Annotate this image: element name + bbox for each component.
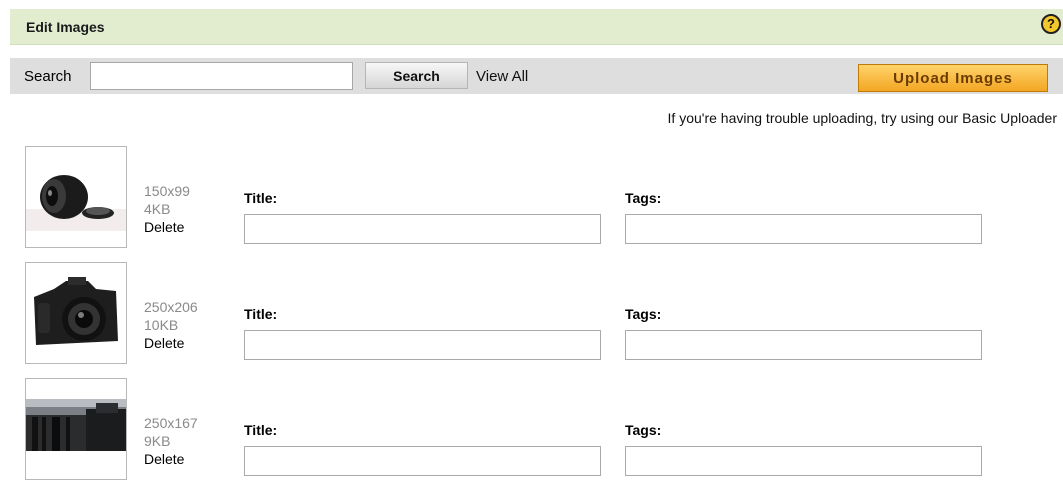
image-row: 150x99 4KB Delete Title: Tags: <box>0 146 1063 262</box>
image-row: 250x206 10KB Delete Title: Tags: <box>0 262 1063 378</box>
title-label: Title: <box>244 306 278 322</box>
image-thumbnail[interactable] <box>25 146 127 248</box>
image-thumbnail[interactable] <box>25 262 127 364</box>
image-row: 250x167 9KB Delete Title: Tags: <box>0 378 1063 494</box>
delete-image-link[interactable]: Delete <box>144 450 198 468</box>
image-dimensions: 250x206 <box>144 299 198 315</box>
image-thumbnail[interactable] <box>25 378 127 480</box>
image-file-size: 9KB <box>144 433 171 449</box>
zoom-lens-icon <box>26 379 126 479</box>
tags-input[interactable] <box>625 446 982 476</box>
title-label: Title: <box>244 190 278 206</box>
title-input[interactable] <box>244 214 601 244</box>
title-input[interactable] <box>244 330 601 360</box>
panel-header: Edit Images <box>10 9 1063 45</box>
image-meta: 250x167 9KB Delete <box>144 414 198 468</box>
tags-label: Tags: <box>625 306 662 322</box>
tags-input[interactable] <box>625 214 982 244</box>
basic-uploader-link[interactable]: Basic Uploader <box>962 110 1057 126</box>
search-input[interactable] <box>90 62 353 90</box>
search-label: Search <box>24 68 72 85</box>
title-input[interactable] <box>244 446 601 476</box>
image-file-size: 4KB <box>144 201 171 217</box>
tags-label: Tags: <box>625 190 662 206</box>
title-label: Title: <box>244 422 278 438</box>
camera-icon <box>26 263 126 363</box>
camera-lens-icon <box>26 147 126 247</box>
image-file-size: 10KB <box>144 317 179 333</box>
uploader-notice-text: If you're having trouble uploading, try … <box>667 110 963 126</box>
image-meta: 150x99 4KB Delete <box>144 182 190 236</box>
delete-image-link[interactable]: Delete <box>144 334 198 352</box>
help-icon[interactable]: ? <box>1041 14 1061 34</box>
tags-input[interactable] <box>625 330 982 360</box>
toolbar: Search Search View All Upload Images <box>10 58 1063 94</box>
tags-label: Tags: <box>625 422 662 438</box>
upload-images-button[interactable]: Upload Images <box>858 64 1048 92</box>
image-dimensions: 250x167 <box>144 415 198 431</box>
panel-title: Edit Images <box>26 19 105 35</box>
image-dimensions: 150x99 <box>144 183 190 199</box>
delete-image-link[interactable]: Delete <box>144 218 190 236</box>
view-all-link[interactable]: View All <box>476 68 528 85</box>
uploader-notice: If you're having trouble uploading, try … <box>668 110 1057 126</box>
search-button[interactable]: Search <box>365 62 468 89</box>
image-meta: 250x206 10KB Delete <box>144 298 198 352</box>
